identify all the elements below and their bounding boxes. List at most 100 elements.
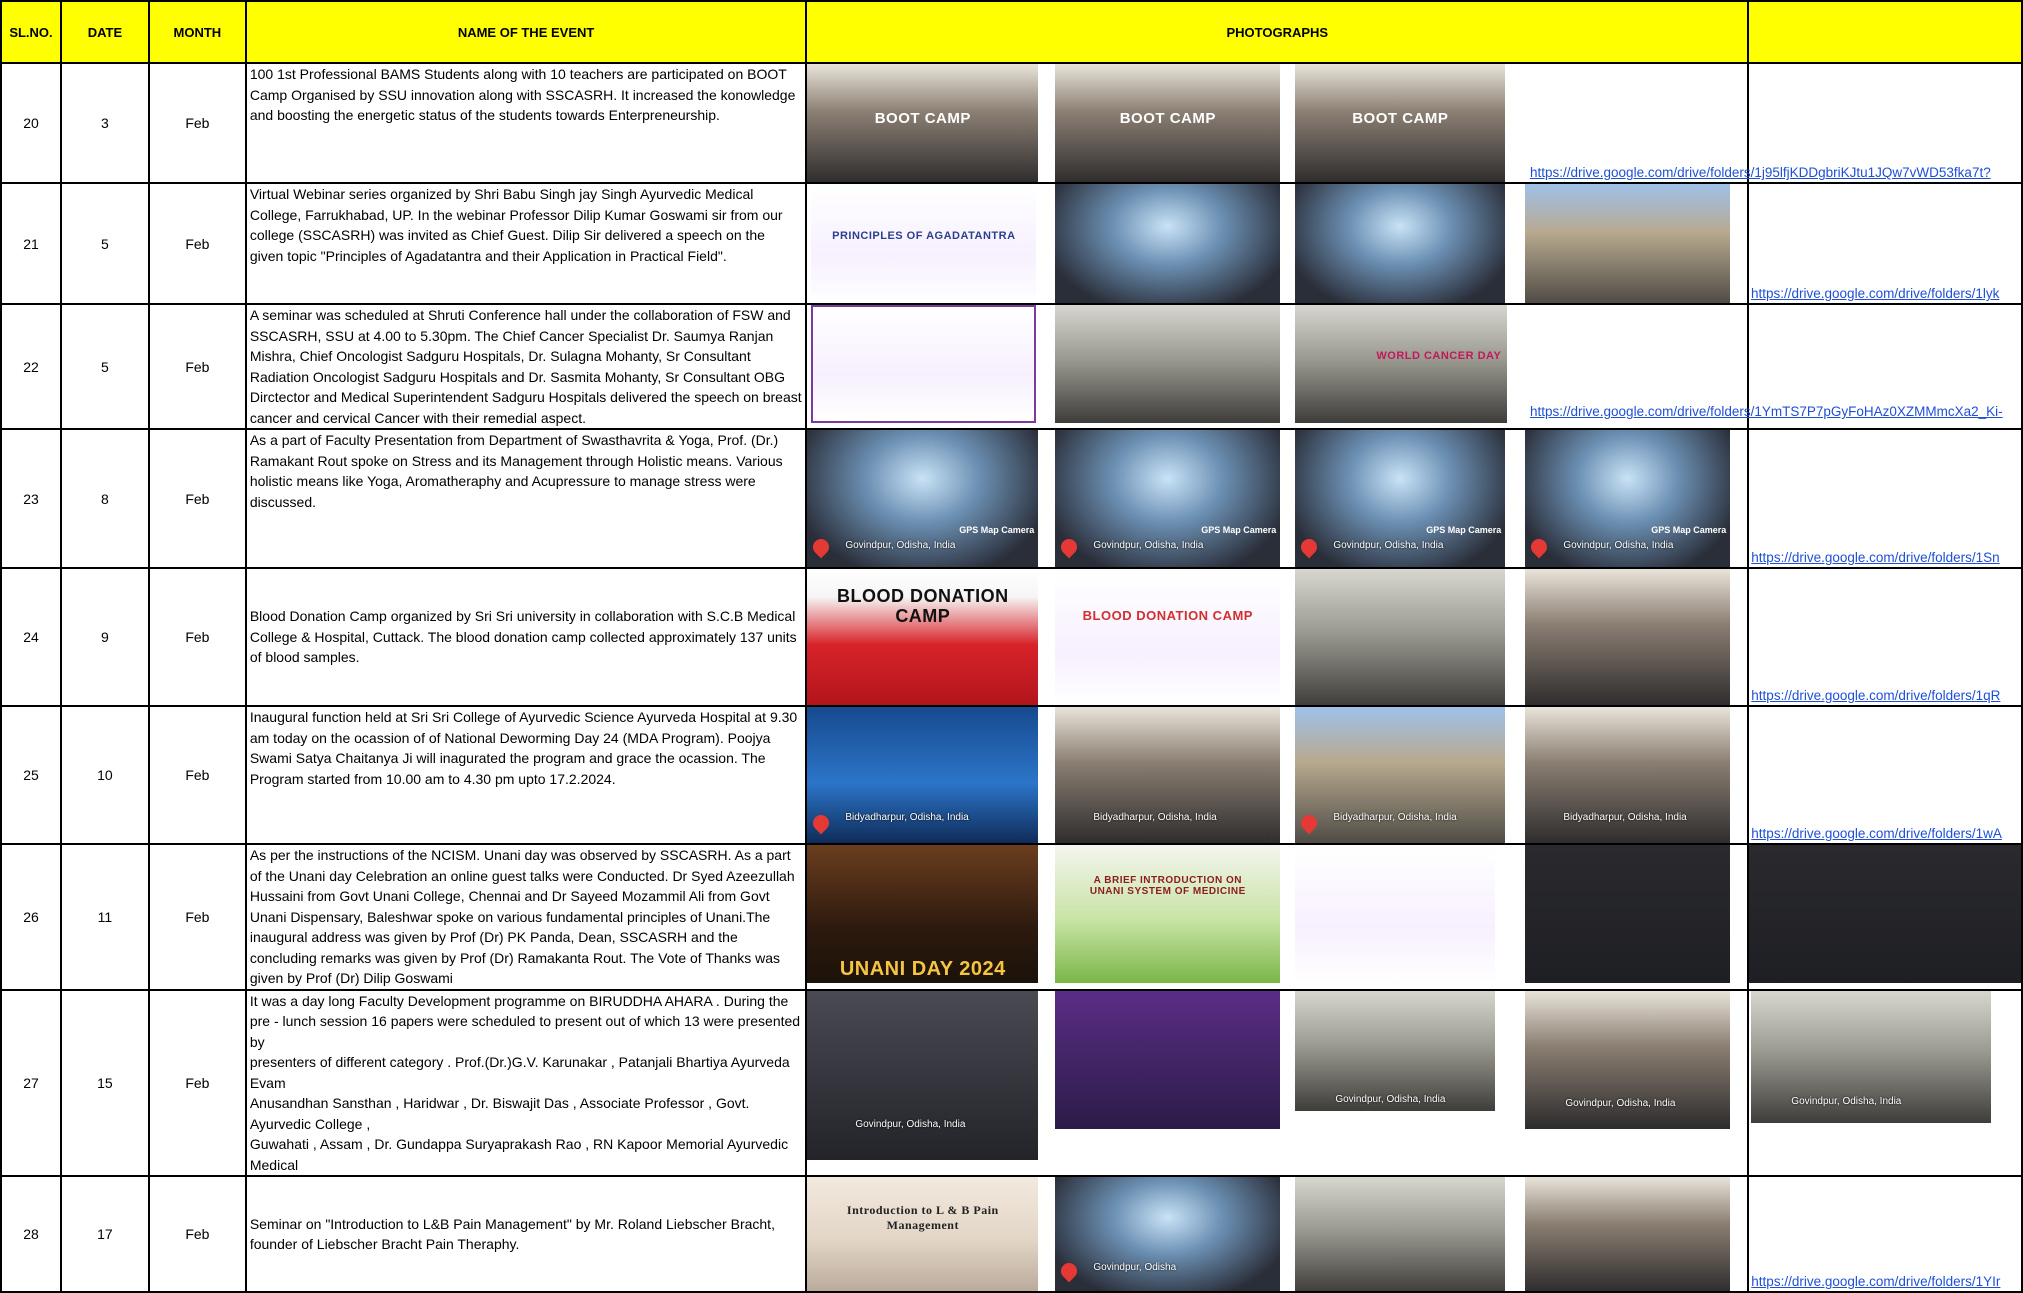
cell-photographs[interactable]: BLOOD DONATION CAMP BLOOD DONATION CAMP bbox=[805, 567, 1750, 707]
cell-month[interactable]: Feb bbox=[147, 988, 247, 1177]
event-photo[interactable]: GPS Map Camera Govindpur, Odisha, India bbox=[1055, 431, 1281, 566]
photo-title: BOOT CAMP bbox=[1352, 109, 1449, 127]
event-photo[interactable]: Introduction to L & B Pain Management bbox=[808, 1178, 1039, 1290]
cell-event[interactable]: It was a day long Faculty Development pr… bbox=[244, 988, 808, 1177]
cell-date[interactable]: 3 bbox=[59, 62, 150, 184]
event-photo[interactable]: GPS Map Camera Govindpur, Odisha, India bbox=[808, 431, 1039, 566]
cell-slno[interactable]: 24 bbox=[0, 567, 62, 707]
cell-photographs[interactable]: GPS Map Camera Govindpur, Odisha, India G… bbox=[805, 428, 1750, 569]
event-photo[interactable]: BLOOD DONATION CAMP bbox=[1055, 570, 1281, 704]
header-month[interactable]: MONTH bbox=[147, 0, 247, 64]
event-photo[interactable] bbox=[1055, 306, 1281, 423]
event-photo[interactable] bbox=[1750, 845, 2021, 983]
header-date[interactable]: DATE bbox=[59, 0, 150, 64]
cell-link[interactable]: Govindpur, Odisha, India bbox=[1747, 988, 2023, 1177]
drive-link[interactable]: https://drive.google.com/drive/folders/1… bbox=[1751, 826, 2002, 841]
header-slno[interactable]: SL.NO. bbox=[0, 0, 62, 64]
cell-date[interactable]: 10 bbox=[59, 705, 150, 845]
cell-link[interactable]: https://drive.google.com/drive/folders/1… bbox=[1747, 1175, 2023, 1293]
cell-month[interactable]: Feb bbox=[147, 705, 247, 845]
event-photo[interactable]: Govindpur, Odisha, India bbox=[808, 991, 1039, 1160]
cell-month[interactable]: Feb bbox=[147, 567, 247, 707]
event-photo[interactable]: Govindpur, Odisha, India bbox=[1295, 991, 1496, 1111]
event-photo[interactable] bbox=[1525, 570, 1731, 704]
event-photo[interactable]: BOOT CAMP bbox=[1295, 65, 1506, 181]
event-photo[interactable] bbox=[1295, 1178, 1506, 1290]
cell-event[interactable]: Inaugural function held at Sri Sri Colle… bbox=[244, 705, 808, 845]
event-photo[interactable]: Bidyadharpur, Odisha, India bbox=[1055, 708, 1281, 842]
cell-date[interactable]: 8 bbox=[59, 428, 150, 569]
cell-link[interactable]: https://drive.google.com/drive/folders/1… bbox=[1747, 705, 2023, 845]
cell-date[interactable]: 9 bbox=[59, 567, 150, 707]
cell-date[interactable]: 5 bbox=[59, 303, 150, 430]
drive-link[interactable]: https://drive.google.com/drive/folders/1… bbox=[1751, 550, 1999, 565]
header-photographs[interactable]: PHOTOGRAPHS bbox=[805, 0, 1750, 64]
cell-link[interactable]: https://drive.google.com/drive/folders/1… bbox=[1747, 428, 2023, 569]
cell-photographs[interactable]: Introduction to L & B Pain Management Go… bbox=[805, 1175, 1750, 1293]
event-photo[interactable] bbox=[1055, 185, 1281, 302]
cell-date[interactable]: 17 bbox=[59, 1175, 150, 1293]
cell-month[interactable]: Feb bbox=[147, 182, 247, 305]
event-photo[interactable]: Bidyadharpur, Odisha, India bbox=[808, 708, 1039, 842]
cell-month[interactable]: Feb bbox=[147, 428, 247, 569]
cell-slno[interactable]: 22 bbox=[0, 303, 62, 430]
cell-date[interactable]: 11 bbox=[59, 843, 150, 991]
header-event[interactable]: NAME OF THE EVENT bbox=[244, 0, 808, 64]
event-photo[interactable] bbox=[1525, 845, 1731, 983]
cell-month[interactable]: Feb bbox=[147, 303, 247, 430]
event-photo[interactable]: PRINCIPLES OF AGADATANTRA bbox=[811, 185, 1037, 302]
cell-event[interactable]: 100 1st Professional BAMS Students along… bbox=[244, 62, 808, 184]
drive-link[interactable]: https://drive.google.com/drive/folders/1… bbox=[1530, 165, 2023, 180]
event-photo[interactable]: UNANI DAY 2024 bbox=[808, 845, 1039, 983]
cell-photographs[interactable]: UNANI DAY 2024 A BRIEF INTRODUCTION ON U… bbox=[805, 843, 1750, 991]
event-photo[interactable]: WORLD CANCER DAY bbox=[1295, 306, 1508, 423]
cell-link[interactable]: https://drive.google.com/drive/folders/1… bbox=[1747, 567, 2023, 707]
header-blank[interactable] bbox=[1747, 0, 2023, 64]
cell-month[interactable]: Feb bbox=[147, 843, 247, 991]
event-photo[interactable]: BLOOD DONATION CAMP bbox=[808, 570, 1039, 704]
cell-photographs[interactable]: Bidyadharpur, Odisha, India Bidyadharpur… bbox=[805, 705, 1750, 845]
cell-event[interactable]: Virtual Webinar series organized by Shri… bbox=[244, 182, 808, 305]
cell-date[interactable]: 15 bbox=[59, 988, 150, 1177]
table-row: 25 10 Feb Inaugural function held at Sri… bbox=[0, 705, 2023, 845]
cell-slno[interactable]: 28 bbox=[0, 1175, 62, 1293]
event-photo[interactable] bbox=[1525, 185, 1731, 302]
cell-event[interactable]: A seminar was scheduled at Shruti Confer… bbox=[244, 303, 808, 430]
event-photo[interactable]: BOOT CAMP bbox=[808, 65, 1039, 181]
event-photo[interactable]: Govindpur, Odisha bbox=[1055, 1178, 1281, 1290]
cell-event[interactable]: Seminar on "Introduction to L&B Pain Man… bbox=[244, 1175, 808, 1293]
cell-slno[interactable]: 25 bbox=[0, 705, 62, 845]
cell-slno[interactable]: 23 bbox=[0, 428, 62, 569]
cell-date[interactable]: 5 bbox=[59, 182, 150, 305]
cell-event[interactable]: As a part of Faculty Presentation from D… bbox=[244, 428, 808, 569]
event-photo[interactable]: GPS Map Camera Govindpur, Odisha, India bbox=[1525, 431, 1731, 566]
event-photo[interactable]: Bidyadharpur, Odisha, India bbox=[1525, 708, 1731, 842]
drive-link[interactable]: https://drive.google.com/drive/folders/1… bbox=[1530, 404, 2023, 419]
event-photo[interactable] bbox=[1295, 570, 1506, 704]
cell-event[interactable]: Blood Donation Camp organized by Sri Sri… bbox=[244, 567, 808, 707]
cell-slno[interactable]: 26 bbox=[0, 843, 62, 991]
cell-photographs[interactable]: Govindpur, Odisha, India Govindpur, Odis… bbox=[805, 988, 1750, 1177]
cell-slno[interactable]: 27 bbox=[0, 988, 62, 1177]
cell-month[interactable]: Feb bbox=[147, 62, 247, 184]
event-photo[interactable] bbox=[1295, 185, 1506, 302]
event-photo[interactable] bbox=[1295, 845, 1496, 983]
drive-link[interactable]: https://drive.google.com/drive/folders/1… bbox=[1751, 688, 2000, 703]
cell-photographs[interactable]: PRINCIPLES OF AGADATANTRA bbox=[805, 182, 1750, 305]
cell-slno[interactable]: 21 bbox=[0, 182, 62, 305]
event-photo[interactable] bbox=[811, 306, 1037, 423]
event-photo[interactable]: BOOT CAMP bbox=[1055, 65, 1281, 181]
event-photo[interactable]: Bidyadharpur, Odisha, India bbox=[1295, 708, 1506, 842]
event-photo[interactable]: A BRIEF INTRODUCTION ON UNANI SYSTEM OF … bbox=[1055, 845, 1281, 983]
event-photo[interactable]: Govindpur, Odisha, India bbox=[1751, 991, 1992, 1123]
drive-link[interactable]: https://drive.google.com/drive/folders/1… bbox=[1751, 1274, 2000, 1289]
cell-slno[interactable]: 20 bbox=[0, 62, 62, 184]
cell-event[interactable]: As per the instructions of the NCISM. Un… bbox=[244, 843, 808, 991]
event-photo[interactable] bbox=[1055, 991, 1281, 1129]
event-photo[interactable]: Govindpur, Odisha, India bbox=[1525, 991, 1731, 1129]
cell-link[interactable] bbox=[1747, 843, 2023, 991]
event-photo[interactable]: GPS Map Camera Govindpur, Odisha, India bbox=[1295, 431, 1506, 566]
event-photo[interactable] bbox=[1525, 1178, 1731, 1290]
drive-link[interactable]: https://drive.google.com/drive/folders/1… bbox=[1751, 286, 1999, 301]
cell-month[interactable]: Feb bbox=[147, 1175, 247, 1293]
